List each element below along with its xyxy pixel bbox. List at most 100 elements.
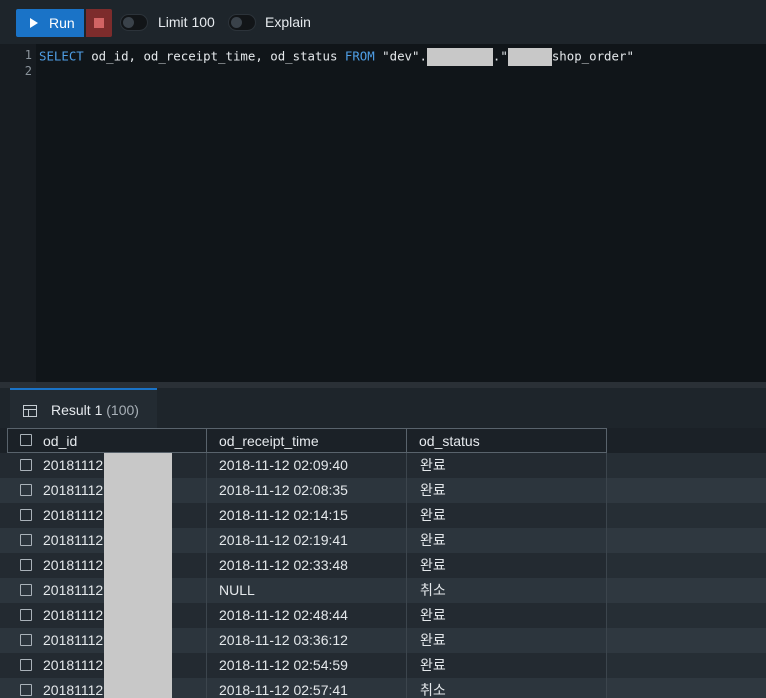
cell-od-receipt-time: 2018-11-12 02:09:40 [219,457,348,473]
cell-od-status: 취소 [420,582,446,598]
column-separator [206,628,207,653]
table-row[interactable]: 20181112 2018-11-12 02:54:59 완료 [0,653,766,678]
table-row[interactable]: 20181112 2018-11-12 02:08:35 완료 [0,478,766,503]
cell-od-receipt-time: 2018-11-12 02:54:59 [219,657,348,673]
column-separator [206,503,207,528]
run-label: Run [49,15,75,31]
cell-od-receipt-time: 2018-11-12 02:33:48 [219,557,348,573]
table-row[interactable]: 20181112 NULL 취소 [0,578,766,603]
redacted-block [104,603,172,628]
line-gutter: 1 2 [0,44,36,382]
row-empty-area [606,603,766,628]
table-row[interactable]: 20181112 2018-11-12 02:57:41 취소 [0,678,766,698]
redacted-block [104,478,172,503]
stop-button[interactable] [86,9,112,37]
cell-od-status: 완료 [420,482,446,498]
row-empty-area [606,678,766,698]
cell-od-id: 20181112 [43,682,104,698]
redacted-block [104,553,172,578]
toggle-knob [231,17,242,28]
cell-od-id: 20181112 [43,582,104,598]
table-row[interactable]: 20181112 2018-11-12 02:09:40 완료 [0,453,766,478]
redacted-block [507,48,552,66]
row-checkbox[interactable] [20,559,32,571]
cell-od-status: 완료 [420,507,446,523]
column-separator [206,678,207,698]
row-checkbox[interactable] [20,634,32,646]
explain-label: Explain [265,14,311,30]
stop-icon [94,18,104,28]
column-separator [406,678,407,698]
table-row[interactable]: 20181112 2018-11-12 02:14:15 완료 [0,503,766,528]
cell-od-status: 완료 [420,532,446,548]
column-separator [606,528,607,553]
column-separator [206,578,207,603]
table-row[interactable]: 20181112 2018-11-12 02:48:44 완료 [0,603,766,628]
cell-od-status: 취소 [420,682,446,698]
column-separator [206,653,207,678]
column-separator [606,503,607,528]
row-checkbox[interactable] [20,534,32,546]
result-tab-label: Result 1 (100) [51,402,139,418]
results-grid: od_id od_receipt_time od_status 20181112… [0,428,766,698]
limit-toggle[interactable] [120,14,148,31]
column-separator [406,528,407,553]
table-row[interactable]: 20181112 2018-11-12 02:33:48 완료 [0,553,766,578]
result-tab-title: Result 1 [51,402,103,418]
run-button[interactable]: Run [16,9,84,37]
table-row[interactable]: 20181112 2018-11-12 02:19:41 완료 [0,528,766,553]
column-separator [206,453,207,478]
cell-od-receipt-time: 2018-11-12 02:08:35 [219,482,348,498]
row-checkbox[interactable] [20,609,32,621]
row-empty-area [606,653,766,678]
cell-od-receipt-time: 2018-11-12 02:48:44 [219,607,348,623]
column-separator [606,653,607,678]
column-separator [606,678,607,698]
row-checkbox[interactable] [20,659,32,671]
row-checkbox[interactable] [20,684,32,696]
explain-toggle[interactable] [228,14,256,31]
row-empty-area [606,628,766,653]
grid-header: od_id od_receipt_time od_status [0,428,766,453]
cell-od-status: 완료 [420,607,446,623]
column-header-label: od_status [419,433,480,449]
cell-od-receipt-time: 2018-11-12 02:14:15 [219,507,348,523]
cell-od-id: 20181112 [43,532,104,548]
cell-od-id: 20181112 [43,607,104,623]
row-checkbox[interactable] [20,459,32,471]
query-table: shop_order" [551,48,634,64]
column-header-od-status[interactable]: od_status [406,428,607,453]
row-checkbox[interactable] [20,509,32,521]
column-header-od-id[interactable]: od_id [7,428,207,453]
column-separator [606,478,607,503]
redacted-block [104,628,172,653]
redacted-block [104,503,172,528]
table-row[interactable]: 20181112 2018-11-12 03:36:12 완료 [0,628,766,653]
column-separator [406,578,407,603]
query-text[interactable]: SELECT od_id, od_receipt_time, od_status… [39,48,634,66]
column-header-od-receipt-time[interactable]: od_receipt_time [206,428,407,453]
column-header-label: od_receipt_time [219,433,319,449]
column-separator [406,653,407,678]
row-checkbox[interactable] [20,584,32,596]
play-icon [30,18,38,28]
query-dot-quote: ." [492,48,508,64]
sql-editor[interactable]: 1 2 SELECT od_id, od_receipt_time, od_st… [0,44,766,382]
results-tab-bar: Result 1 (100) [0,388,766,428]
row-empty-area [606,553,766,578]
column-separator [406,603,407,628]
cell-od-id: 20181112 [43,657,104,673]
redacted-block [104,653,172,678]
row-checkbox[interactable] [20,484,32,496]
column-separator [206,478,207,503]
redacted-block [104,678,172,698]
tab-result-1[interactable]: Result 1 (100) [10,388,157,428]
result-count: (100) [106,402,139,418]
column-separator [406,453,407,478]
column-separator [206,553,207,578]
line-number: 2 [24,64,32,78]
column-separator [406,553,407,578]
cell-od-id: 20181112 [43,507,104,523]
cell-od-status: 완료 [420,632,446,648]
cell-od-id: 20181112 [43,632,104,648]
